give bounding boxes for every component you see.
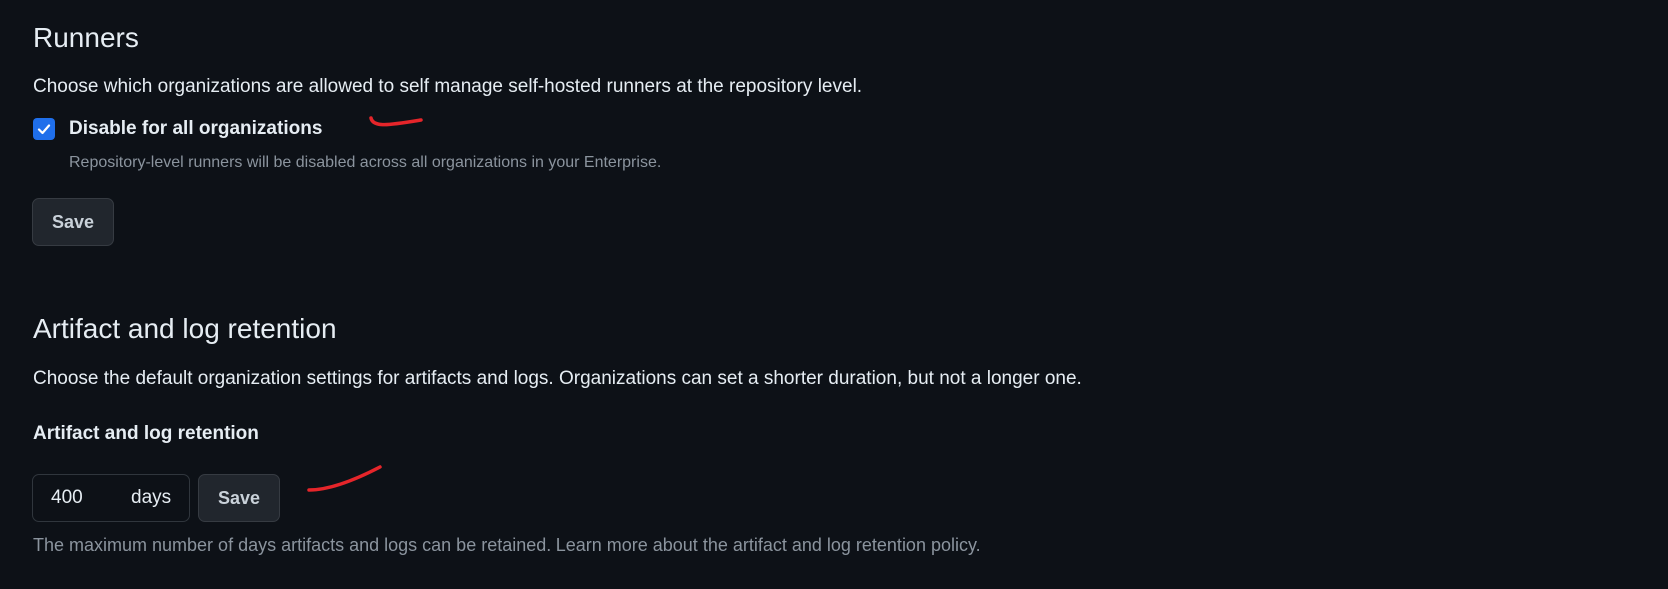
retention-days-field[interactable]: days [32, 474, 190, 522]
check-icon [37, 124, 51, 135]
runners-heading: Runners [33, 22, 139, 53]
retention-save-button[interactable]: Save [198, 474, 280, 522]
runners-save-button[interactable]: Save [32, 198, 114, 246]
retention-footer: The maximum number of days artifacts and… [33, 533, 981, 557]
annotation-mark-retention [307, 465, 382, 492]
retention-field-label-wrap: Artifact and log retention [33, 423, 259, 445]
retention-field-label: Artifact and log retention [33, 423, 259, 444]
retention-days-suffix: days [131, 487, 172, 508]
annotation-mark-runners [369, 116, 423, 127]
runners-description-wrap: Choose which organizations are allowed t… [33, 74, 862, 100]
retention-days-input[interactable] [33, 475, 131, 521]
runners-note-wrap: Repository-level runners will be disable… [69, 152, 661, 174]
disable-all-orgs-checkbox[interactable] [33, 118, 55, 140]
retention-policy-link[interactable]: Learn more about the artifact and log re… [556, 535, 981, 555]
retention-footer-text: The maximum number of days artifacts and… [33, 535, 552, 555]
disable-all-orgs-row[interactable]: Disable for all organizations [33, 118, 322, 140]
retention-description-wrap: Choose the default organization settings… [33, 366, 1082, 392]
retention-description: Choose the default organization settings… [33, 368, 1082, 389]
retention-heading: Artifact and log retention [33, 313, 337, 344]
runners-note: Repository-level runners will be disable… [69, 154, 662, 171]
retention-section: Artifact and log retention [33, 311, 337, 347]
disable-all-orgs-label[interactable]: Disable for all organizations [69, 118, 322, 140]
runners-description: Choose which organizations are allowed t… [33, 76, 863, 97]
runners-section: Runners [33, 20, 139, 56]
